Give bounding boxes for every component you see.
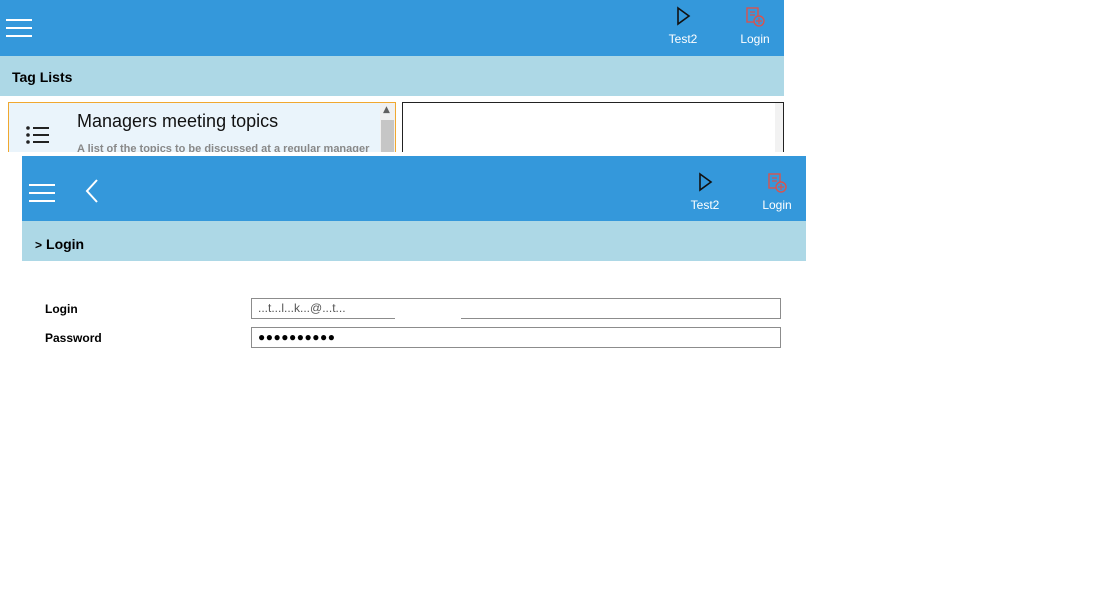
menu-icon[interactable] — [6, 19, 32, 37]
breadcrumb-separator: > — [35, 238, 43, 252]
page-title: Tag Lists — [12, 69, 73, 85]
detail-panel — [402, 102, 784, 152]
breadcrumb: > Login — [22, 221, 806, 261]
list-icon — [25, 125, 51, 151]
password-field-label: Password — [45, 331, 102, 345]
play-icon — [655, 6, 711, 30]
test2-button[interactable]: Test2 — [677, 172, 733, 220]
back-arrow-icon[interactable] — [84, 178, 100, 204]
list-scrollbar[interactable]: ▲ — [380, 103, 395, 152]
subheader: Tag Lists — [0, 56, 784, 96]
list-item[interactable]: Managers meeting topics A list of the to… — [8, 102, 396, 152]
login-label: Login — [762, 198, 792, 212]
detail-scrollbar[interactable] — [775, 103, 783, 152]
login-button[interactable]: Login — [749, 172, 805, 220]
app-toolbar: Test2 Login — [22, 156, 806, 221]
play-icon — [677, 172, 733, 196]
test2-button[interactable]: Test2 — [655, 6, 711, 54]
test2-label: Test2 — [690, 198, 720, 212]
list-item-title: Managers meeting topics — [77, 111, 279, 131]
login-field-label: Login — [45, 302, 78, 316]
test2-label: Test2 — [668, 32, 698, 46]
redaction-mask — [395, 304, 461, 320]
login-label: Login — [740, 32, 770, 46]
tag-lists-window: Test2 Login Tag Lists Managers meeting t… — [0, 0, 784, 152]
login-input[interactable]: ...t...l...k...@...t... — [251, 298, 781, 319]
scroll-up-icon[interactable]: ▲ — [383, 105, 390, 115]
list-item-description: A list of the topics to be discussed at … — [77, 143, 370, 152]
login-window: Test2 Login > Login — [22, 156, 806, 356]
password-input[interactable]: ●●●●●●●●●● — [251, 327, 781, 348]
breadcrumb-current: Login — [46, 236, 85, 252]
login-icon — [727, 6, 783, 30]
app-toolbar: Test2 Login — [0, 0, 784, 56]
login-button[interactable]: Login — [727, 6, 783, 54]
menu-icon[interactable] — [29, 184, 55, 202]
scrollbar-thumb[interactable] — [381, 120, 394, 152]
login-icon — [749, 172, 805, 196]
